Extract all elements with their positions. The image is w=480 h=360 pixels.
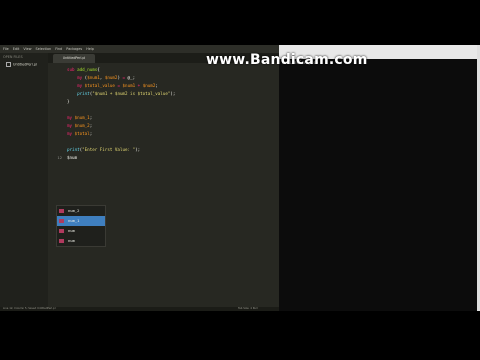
- autocomplete-item[interactable]: num: [57, 236, 105, 246]
- code-line: my $total;: [67, 131, 93, 136]
- tab-untitled-perl[interactable]: UntitledPerl.pl: [53, 54, 95, 63]
- sublime-editor-window: File Edit View Selection Find Packages H…: [0, 45, 279, 311]
- menu-file[interactable]: File: [3, 47, 9, 51]
- watermark: www.Bandicam.com: [206, 52, 368, 68]
- sidebar-item-label: UntitledPerl.pl: [13, 62, 37, 67]
- autocomplete-item[interactable]: num: [57, 226, 105, 236]
- desktop-screen: File Edit View Selection Find Packages H…: [0, 45, 480, 311]
- autocomplete-item-selected[interactable]: num_1: [57, 216, 105, 226]
- code-line-current: $num: [67, 155, 78, 160]
- terminal-window[interactable]: PerlAndScripts>: [279, 45, 477, 311]
- autocomplete-popup: num_2 num_1 num num: [56, 205, 106, 247]
- code-line: my $total_value = $num1 + $num2;: [77, 83, 158, 88]
- code-line: my $num_2;: [67, 123, 93, 128]
- status-right: Tab Size: 4 Perl: [238, 307, 258, 310]
- code-line: }: [67, 99, 70, 104]
- variable-icon: [59, 229, 64, 233]
- variable-icon: [59, 219, 64, 223]
- status-bar: Line 12, Column 5; Saved UntitledPerl.pl…: [0, 307, 279, 311]
- code-line: my $num_1;: [67, 115, 93, 120]
- autocomplete-item[interactable]: num_2: [57, 206, 105, 216]
- variable-icon: [59, 209, 64, 213]
- code-line: print("Enter First Value: ");: [67, 147, 141, 152]
- close-icon[interactable]: [6, 62, 11, 67]
- sidebar-header: OPEN FILES: [3, 55, 23, 59]
- menu-packages[interactable]: Packages: [66, 47, 82, 51]
- menu-selection[interactable]: Selection: [36, 47, 52, 51]
- code-area[interactable]: sub add_nums{ my ($num1, $num2) = @_; my…: [48, 63, 279, 307]
- line-number: 12: [57, 155, 62, 160]
- code-line: print("$num1 + $num2 is $total_value");: [77, 91, 176, 96]
- menu-view[interactable]: View: [23, 47, 31, 51]
- code-line: my ($num1, $num2) = @_;: [77, 75, 136, 80]
- menu-help[interactable]: Help: [86, 47, 94, 51]
- menu-find[interactable]: Find: [55, 47, 62, 51]
- variable-icon: [59, 239, 64, 243]
- code-line: sub add_nums{: [67, 67, 100, 72]
- sidebar-item-file[interactable]: UntitledPerl.pl: [6, 62, 37, 67]
- sidebar: OPEN FILES UntitledPerl.pl: [0, 53, 48, 307]
- status-left: Line 12, Column 5; Saved UntitledPerl.pl: [3, 307, 56, 310]
- menu-edit[interactable]: Edit: [13, 47, 20, 51]
